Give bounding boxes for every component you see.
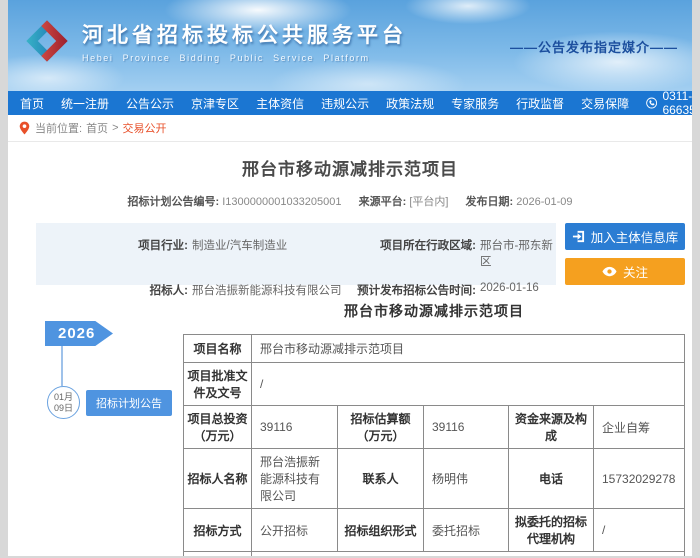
phone-label: 电话 [509,449,594,509]
notice-meta: 招标计划公告编号: I1300000001033205001 来源平台: [平台… [8,193,692,209]
contact-label: 联系人 [338,449,424,509]
timeline-date-month: 01月 [54,392,73,403]
project-overview-label: 招标项目概况 [184,552,252,557]
region-label: 项目所在行政区域: [350,237,476,269]
estimate-value: 39116 [424,406,509,449]
notice-info-panel: 项目行业: 制造业/汽车制造业 项目所在行政区域: 邢台市-邢东新区 招标人: … [36,223,556,285]
follow-label: 关注 [623,262,648,281]
notice-body: 2026 01月 09日 招标计划公告 邢台市移动源减排示范项目 项目名称 邢台… [8,289,692,556]
detail-table-title: 邢台市移动源减排示范项目 [183,289,685,321]
site-logo-icon [21,15,73,67]
join-entity-db-label: 加入主体信息库 [591,227,679,246]
follow-button[interactable]: 关注 [565,258,685,285]
publish-date-label: 发布日期: [466,196,514,208]
nav-item-supervision[interactable]: 行政监督 [516,95,564,112]
breadcrumb: 当前位置: 首页 > 交易公开 [8,115,692,142]
approval-doc-value: / [252,363,685,406]
notice-info-section: 项目行业: 制造业/汽车制造业 项目所在行政区域: 邢台市-邢东新区 招标人: … [36,223,685,285]
timeline-year-flag: 2026 [45,321,113,346]
estimate-label: 招标估算额（万元） [338,406,424,449]
timeline-event-label[interactable]: 招标计划公告 [86,390,172,416]
nav-item-violations[interactable]: 违规公示 [321,95,369,112]
detail-table-section: 邢台市移动源减排示范项目 项目名称 邢台市移动源减排示范项目 项目批准文件及文号… [183,289,692,556]
timeline: 2026 01月 09日 招标计划公告 [8,289,183,556]
sign-in-icon [572,230,585,243]
phone-value: 15732029278 [594,449,685,509]
project-name-value: 邢台市移动源减排示范项目 [252,335,685,363]
eye-icon [602,266,617,277]
agency-value: / [594,509,685,552]
page: 河北省招标投标公共服务平台 Hebei Province Bidding Pub… [8,0,692,556]
table-row: 招标项目概况 购置垃圾车208辆；湿扫车131辆；洒水车153辆，共计购置新能源… [184,552,685,557]
project-overview-value: 购置垃圾车208辆；湿扫车131辆；洒水车153辆，共计购置新能源车辆492辆。 [252,552,685,557]
project-name-label: 项目名称 [184,335,252,363]
timeline-date-day: 09日 [54,403,73,414]
table-row: 项目批准文件及文号 / [184,363,685,406]
site-title: 河北省招标投标公共服务平台 [82,19,407,49]
action-buttons: 加入主体信息库 关注 [565,223,685,285]
table-row: 招标方式 公开招标 招标组织形式 委托招标 拟委托的招标代理机构 / [184,509,685,552]
breadcrumb-current[interactable]: 交易公开 [123,120,167,136]
nav-item-announcements[interactable]: 公告公示 [126,95,174,112]
table-row: 项目名称 邢台市移动源减排示范项目 [184,335,685,363]
tender-method-value: 公开招标 [252,509,338,552]
tenderee-name-label: 招标人名称 [184,449,252,509]
publish-date-value: 2026-01-09 [516,196,572,208]
timeline-event: 01月 09日 招标计划公告 [45,386,183,419]
hotline: 0311-66635550/66635551 [646,89,692,117]
plan-no-value: I1300000001033205001 [222,196,341,208]
industry-label: 项目行业: [88,237,188,269]
phone-icon [646,96,657,110]
organization-form-value: 委托招标 [424,509,509,552]
tender-method-label: 招标方式 [184,509,252,552]
agency-label: 拟委托的招标代理机构 [509,509,594,552]
breadcrumb-home[interactable]: 首页 [86,120,108,136]
source-value: [平台内] [409,196,448,208]
funding-source-label: 资金来源及构成 [509,406,594,449]
breadcrumb-prefix: 当前位置: [35,120,82,136]
industry-value: 制造业/汽车制造业 [192,237,350,269]
nav-item-register[interactable]: 统一注册 [61,95,109,112]
nav-item-home[interactable]: 首页 [20,95,44,112]
approval-doc-label: 项目批准文件及文号 [184,363,252,406]
banner-slogan: ——公告发布指定媒介—— [510,37,678,56]
nav-item-entity-credit[interactable]: 主体资信 [256,95,304,112]
table-row: 项目总投资（万元） 39116 招标估算额（万元） 39116 资金来源及构成 … [184,406,685,449]
join-entity-db-button[interactable]: 加入主体信息库 [565,223,685,250]
contact-value: 杨明伟 [424,449,509,509]
site-title-block: 河北省招标投标公共服务平台 Hebei Province Bidding Pub… [82,19,407,63]
total-investment-label: 项目总投资（万元） [184,406,252,449]
breadcrumb-separator: > [112,122,118,134]
nav-item-policies[interactable]: 政策法规 [386,95,434,112]
source-label: 来源平台: [359,196,407,208]
funding-source-value: 企业自筹 [594,406,685,449]
main-nav: 首页 统一注册 公告公示 京津专区 主体资信 违规公示 政策法规 专家服务 行政… [8,91,692,115]
organization-form-label: 招标组织形式 [338,509,424,552]
plan-no-label: 招标计划公告编号: [127,196,219,208]
site-brand[interactable]: 河北省招标投标公共服务平台 Hebei Province Bidding Pub… [21,15,407,67]
nav-item-jingjin-zone[interactable]: 京津专区 [191,95,239,112]
location-pin-icon [19,121,30,135]
nav-item-trade-guarantee[interactable]: 交易保障 [581,95,629,112]
table-row: 招标人名称 邢台浩振新能源科技有限公司 联系人 杨明伟 电话 157320292… [184,449,685,509]
hotline-number: 0311-66635550/66635551 [662,89,692,117]
detail-table: 项目名称 邢台市移动源减排示范项目 项目批准文件及文号 / 项目总投资（万元） … [183,334,685,556]
notice-title: 邢台市移动源减排示范项目 [8,155,692,180]
nav-item-expert-service[interactable]: 专家服务 [451,95,499,112]
site-banner: 河北省招标投标公共服务平台 Hebei Province Bidding Pub… [8,0,692,91]
timeline-date-badge: 01月 09日 [47,386,80,419]
region-value: 邢台市-邢东新区 [480,237,556,269]
total-investment-value: 39116 [252,406,338,449]
timeline-connector [61,346,63,386]
tenderee-name-value: 邢台浩振新能源科技有限公司 [252,449,338,509]
site-subtitle: Hebei Province Bidding Public Service Pl… [82,53,407,63]
